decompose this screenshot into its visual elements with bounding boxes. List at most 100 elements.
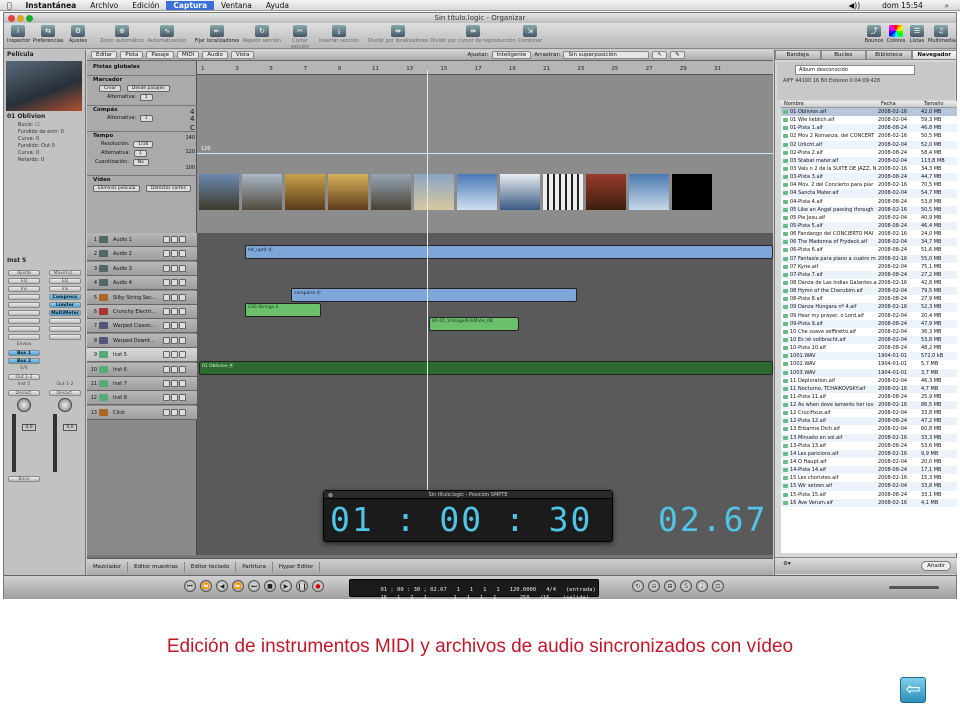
- file-row[interactable]: 06 The Madonna of Frydeck.aif 2008-02-04 3…: [781, 238, 957, 247]
- stop-icon[interactable]: ■: [264, 580, 276, 592]
- mute-button[interactable]: [163, 408, 170, 416]
- file-row[interactable]: 12 Crucifixus.aif 2008-02-04 33,8 MB: [781, 409, 957, 417]
- tempo-alt-select[interactable]: 1: [133, 150, 147, 157]
- file-row[interactable]: 06 Fandango del CONCIERTO MAI 2008-02-16 2…: [781, 230, 957, 238]
- bus1-send[interactable]: Bus 1: [8, 350, 40, 356]
- solo-button[interactable]: [171, 236, 178, 243]
- file-row[interactable]: 11 Déploration.aif 2008-02-04 46,3 MB: [781, 377, 957, 385]
- mute-button[interactable]: [163, 365, 170, 373]
- midi-region-strings[interactable]: CSS Strings 2: [245, 303, 321, 317]
- marker-alt-select[interactable]: 1: [139, 94, 153, 101]
- record-enable-button[interactable]: [179, 408, 186, 416]
- track-name[interactable]: Audio 3: [113, 266, 132, 272]
- inspector-button[interactable]: i Inspector: [7, 25, 30, 44]
- file-row[interactable]: 11 Nocturno, TCHAIKOVSKY.aif 2008-02-16 4,…: [781, 384, 957, 393]
- track-header-row[interactable]: 2 Audio 2: [87, 247, 197, 262]
- cut-section-button[interactable]: ✂ Cortar sección: [282, 25, 318, 50]
- loop-param[interactable]: Bucle: ☐: [4, 122, 86, 129]
- solo-button[interactable]: [171, 250, 178, 258]
- apple-menu-icon[interactable]: : [0, 1, 19, 10]
- tab-library[interactable]: Biblioteca: [866, 50, 912, 60]
- video-audio-region-oblivion[interactable]: 01 Oblivion ⦿: [199, 361, 773, 375]
- record-enable-button[interactable]: [179, 322, 186, 330]
- strip2-setting[interactable]: Maximiz...: [49, 270, 81, 276]
- file-row[interactable]: 06-Pista 6.aif 2008-08-24 51,6 MB: [781, 246, 957, 254]
- record-enable-button[interactable]: [179, 394, 186, 402]
- delay-param[interactable]: Retardo: 0: [4, 157, 86, 164]
- mute-button[interactable]: [163, 394, 170, 402]
- midi-region-guitar[interactable]: 8A 01_VintagePickMute_08: [429, 317, 519, 331]
- mute-button[interactable]: [163, 308, 170, 315]
- mute-button[interactable]: [163, 279, 170, 287]
- track-name[interactable]: Audio 1: [113, 237, 132, 243]
- track-header-row[interactable]: 11 Inst 7: [87, 377, 197, 391]
- file-row[interactable]: 09 Hear my prayer, o Lord.aif 2008-02-04 2…: [781, 312, 957, 320]
- audio-region-campana[interactable]: campana ⦿: [291, 288, 577, 302]
- track-header-row[interactable]: 7 Warped Classic...: [87, 319, 197, 334]
- file-row[interactable]: 02-Pista 2.aif 2008-08-24 58,4 MB: [781, 149, 957, 157]
- file-row[interactable]: 14 O Haupt.aif 2008-02-04 20,0 MB: [781, 458, 957, 466]
- rewind-icon[interactable]: ⏪: [200, 580, 212, 592]
- solo-icon[interactable]: S: [680, 580, 692, 592]
- file-row[interactable]: 01 Wie lieblich.aif 2008-02-04 59,3 MB: [781, 116, 957, 124]
- loop-icon[interactable]: ↻: [632, 580, 644, 592]
- playhead[interactable]: [427, 70, 428, 540]
- snap-select[interactable]: Inteligente: [491, 51, 532, 59]
- mute-button[interactable]: [163, 380, 170, 387]
- minimize-window-icon[interactable]: [17, 15, 24, 22]
- tuner-icon[interactable]: ⚖: [712, 580, 724, 592]
- strip1-slot[interactable]: [8, 310, 40, 316]
- file-row[interactable]: 04 Mov. 2 del Concierto para piar 2008-02…: [781, 181, 957, 189]
- tab-score[interactable]: Partitura: [236, 562, 273, 572]
- strip1-ins[interactable]: Ins: [8, 286, 40, 292]
- pause-icon[interactable]: ❙❙: [296, 580, 308, 592]
- audio-region-hit[interactable]: hit_uptit ⦿: [245, 245, 773, 259]
- file-row[interactable]: 05 Pie Jesu.aif 2008-02-04 40,9 MB: [781, 214, 957, 222]
- solo-button[interactable]: [171, 264, 178, 272]
- lists-button[interactable]: ☰ Listas: [908, 25, 926, 44]
- menu-audio[interactable]: Audio: [202, 51, 228, 59]
- record-enable-button[interactable]: [179, 236, 186, 243]
- file-row[interactable]: 02 Mov 2 Romanza, del CONCERT 2008-02-16 5…: [781, 132, 957, 140]
- file-row[interactable]: 11-Pista 11.aif 2008-08-24 25,9 MB: [781, 393, 957, 401]
- menu-captura[interactable]: Captura: [166, 0, 215, 10]
- record-icon[interactable]: ●: [312, 580, 324, 592]
- autopunch-icon[interactable]: ⊖: [648, 580, 660, 592]
- resolution-select[interactable]: 1/16: [133, 141, 154, 148]
- col-date[interactable]: Fecha: [878, 101, 921, 107]
- strip2-slot[interactable]: [49, 334, 81, 340]
- bus2-send[interactable]: Bus 2: [8, 358, 40, 364]
- split-playhead-button[interactable]: ⇻ Dividir por cursor de reproducción: [430, 25, 516, 44]
- file-row[interactable]: 04-Pista 4.aif 2008-08-24 53,8 MB: [781, 198, 957, 206]
- master-knob[interactable]: [58, 398, 72, 412]
- strip1-eq[interactable]: EQ: [8, 278, 40, 284]
- solo-button[interactable]: [171, 322, 178, 330]
- rewind-start-icon[interactable]: ⏮: [184, 580, 196, 592]
- menu-instantanea[interactable]: Instantánea: [19, 1, 84, 10]
- from-passages-button[interactable]: Desde pasajes: [126, 85, 170, 92]
- file-row[interactable]: 07-Pista 7.aif 2008-08-24 27,2 MB: [781, 270, 957, 279]
- record-enable-button[interactable]: [179, 365, 186, 373]
- track-header-row[interactable]: 10 Inst 6: [87, 362, 197, 377]
- settings-button[interactable]: ⚙ Ajustes: [66, 25, 90, 44]
- menu-archivo[interactable]: Archivo: [83, 1, 125, 10]
- file-row[interactable]: 13-Pista 13.aif 2008-08-24 53,6 MB: [781, 442, 957, 450]
- region-name[interactable]: 01 Oblivion: [4, 112, 48, 121]
- file-row[interactable]: 12-Pista 12.aif 2008-08-24 47,2 MB: [781, 417, 957, 426]
- file-row[interactable]: 03-Pista 3.aif 2008-08-24 44,7 MB: [781, 173, 957, 182]
- record-enable-button[interactable]: [179, 351, 186, 359]
- bounce-button[interactable]: ⤴ Bounce: [864, 25, 884, 44]
- add-button[interactable]: Añadir: [921, 561, 951, 571]
- play-icon[interactable]: ▶: [280, 580, 292, 592]
- detect-cuts-button[interactable]: Detectar cortes: [145, 185, 191, 192]
- strip1-bounce[interactable]: Bnce: [8, 476, 40, 482]
- auto-zoom-button[interactable]: ⊕ Zoom automático: [98, 25, 146, 44]
- master-volume-slider[interactable]: [889, 586, 939, 589]
- file-row[interactable]: 15 Les choristes.aif 2008-02-16 15,3 MB: [781, 474, 957, 482]
- track-header-row[interactable]: 1 Audio 1: [87, 233, 197, 247]
- menu-pasaje[interactable]: Pasaje: [146, 51, 175, 59]
- file-row[interactable]: 10 Che soave zeffiretto.aif 2008-02-04 36,…: [781, 328, 957, 336]
- drag-select[interactable]: Sin superposición: [563, 51, 650, 59]
- menu-edicion[interactable]: Edición: [125, 1, 166, 10]
- album-select[interactable]: Álbum desconocido: [795, 65, 915, 75]
